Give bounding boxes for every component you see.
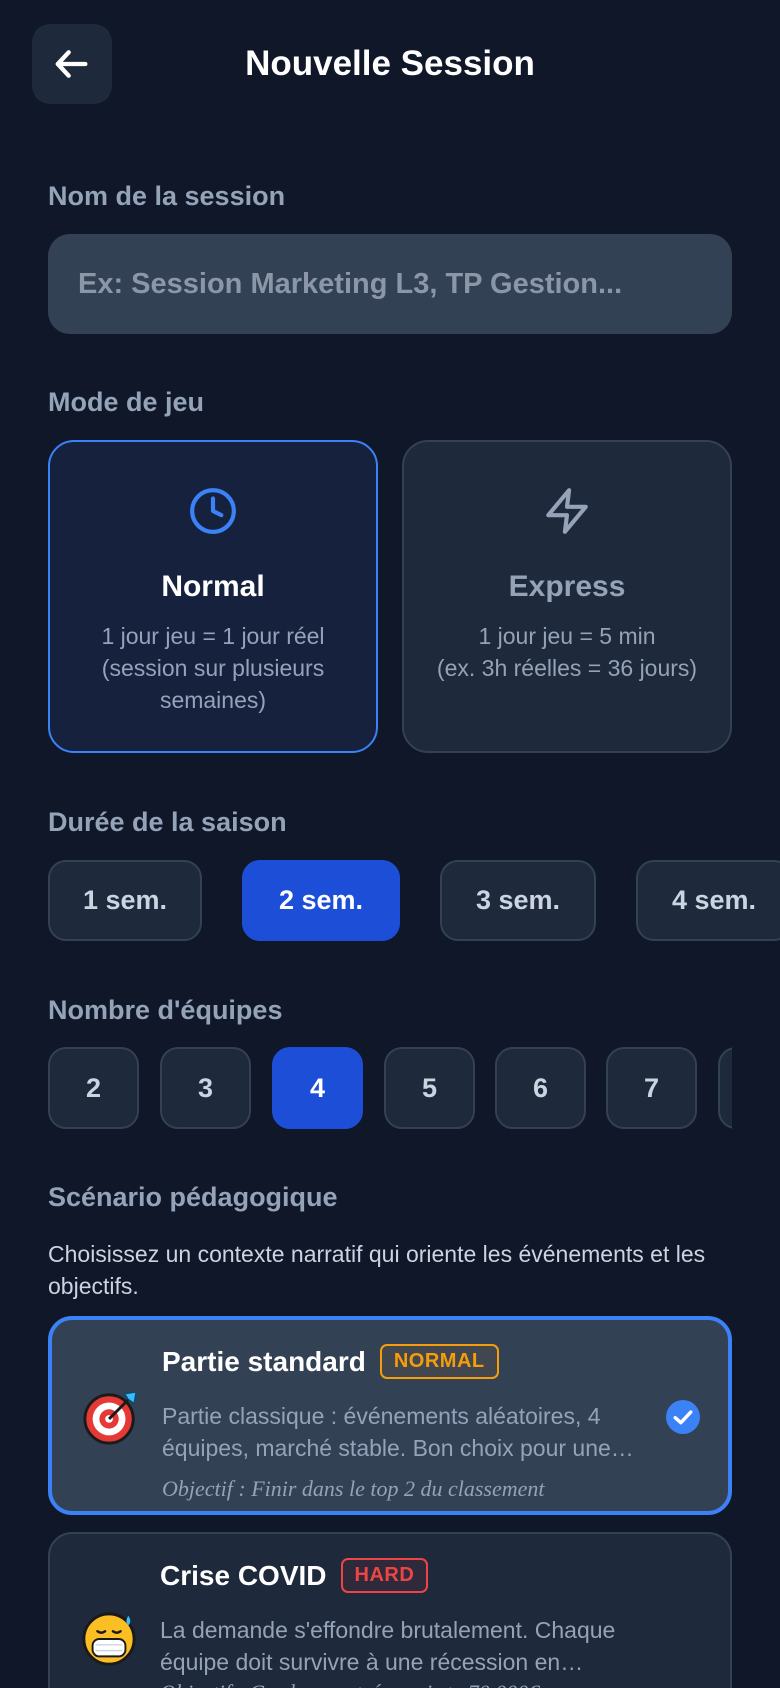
duration-option-2[interactable]: 2 sem. (242, 860, 400, 941)
target-icon (83, 1390, 138, 1445)
scenario-title-row: Partie standard NORMAL (162, 1344, 499, 1379)
scenario-objective: Objectif : Garder une trésorerie > 70 00… (160, 1680, 539, 1688)
team-option-4[interactable]: 4 (272, 1047, 363, 1129)
scenario-title-row: Crise COVID HARD (160, 1558, 429, 1593)
team-count-options: 2 3 4 5 6 7 (48, 1047, 732, 1129)
mode-description-normal: 1 jour jeu = 1 jour réel (session sur pl… (101, 623, 325, 713)
page-title: Nouvelle Session (245, 44, 535, 83)
duration-option-4[interactable]: 4 sem. (636, 860, 780, 941)
mode-card-normal[interactable]: Normal 1 jour jeu = 1 jour réel (session… (48, 440, 378, 753)
session-name-label: Nom de la session (48, 181, 286, 211)
scenario-title: Partie standard (162, 1345, 366, 1377)
scenario-description: La demande s'effondre brutalement. Chaqu… (160, 1614, 650, 1678)
season-duration-label: Durée de la saison (48, 807, 287, 837)
check-circle-icon (666, 1400, 700, 1434)
scenario-description-text: La demande s'effondre brutalement. Chaqu… (160, 1617, 616, 1675)
team-option-5[interactable]: 5 (384, 1047, 475, 1129)
lightning-icon (546, 488, 588, 534)
mode-card-express[interactable]: Express 1 jour jeu = 5 min (ex. 3h réell… (402, 440, 732, 753)
difficulty-badge: NORMAL (379, 1344, 499, 1379)
scenario-card-standard[interactable]: Partie standard NORMAL Partie classique … (48, 1316, 732, 1515)
session-name-input[interactable] (48, 234, 732, 334)
game-mode-label: Mode de jeu (48, 387, 205, 417)
duration-option-1[interactable]: 1 sem. (48, 860, 202, 941)
team-option-overflow[interactable] (718, 1047, 732, 1129)
mode-description-express: 1 jour jeu = 5 min (ex. 3h réelles = 36 … (436, 623, 698, 681)
team-option-7[interactable]: 7 (606, 1047, 697, 1129)
team-option-2[interactable]: 2 (48, 1047, 139, 1129)
new-session-screen: Nouvelle Session Nom de la session Mode … (0, 0, 780, 1688)
mode-title-normal: Normal (161, 570, 265, 603)
duration-option-3[interactable]: 3 sem. (440, 860, 596, 941)
team-option-3[interactable]: 3 (160, 1047, 251, 1129)
scenario-objective: Objectif : Finir dans le top 2 du classe… (162, 1476, 545, 1501)
scenario-description-text: Partie classique : événements aléatoires… (162, 1403, 611, 1461)
difficulty-badge: HARD (340, 1558, 429, 1593)
mask-face-icon (82, 1612, 136, 1666)
clock-icon (190, 488, 236, 534)
scenario-description: Partie classique : événements aléatoires… (162, 1400, 652, 1464)
scenario-title: Crise COVID (160, 1559, 327, 1591)
scenario-label: Scénario pédagogique (48, 1182, 338, 1212)
scenario-card-covid[interactable]: Crise COVID HARD La demande s'effondre b… (48, 1532, 732, 1688)
team-option-6[interactable]: 6 (495, 1047, 586, 1129)
scenario-help-text: Choisissez un contexte narratif qui orie… (48, 1241, 706, 1299)
mode-title-express: Express (508, 570, 626, 603)
team-count-label: Nombre d'équipes (48, 995, 283, 1025)
